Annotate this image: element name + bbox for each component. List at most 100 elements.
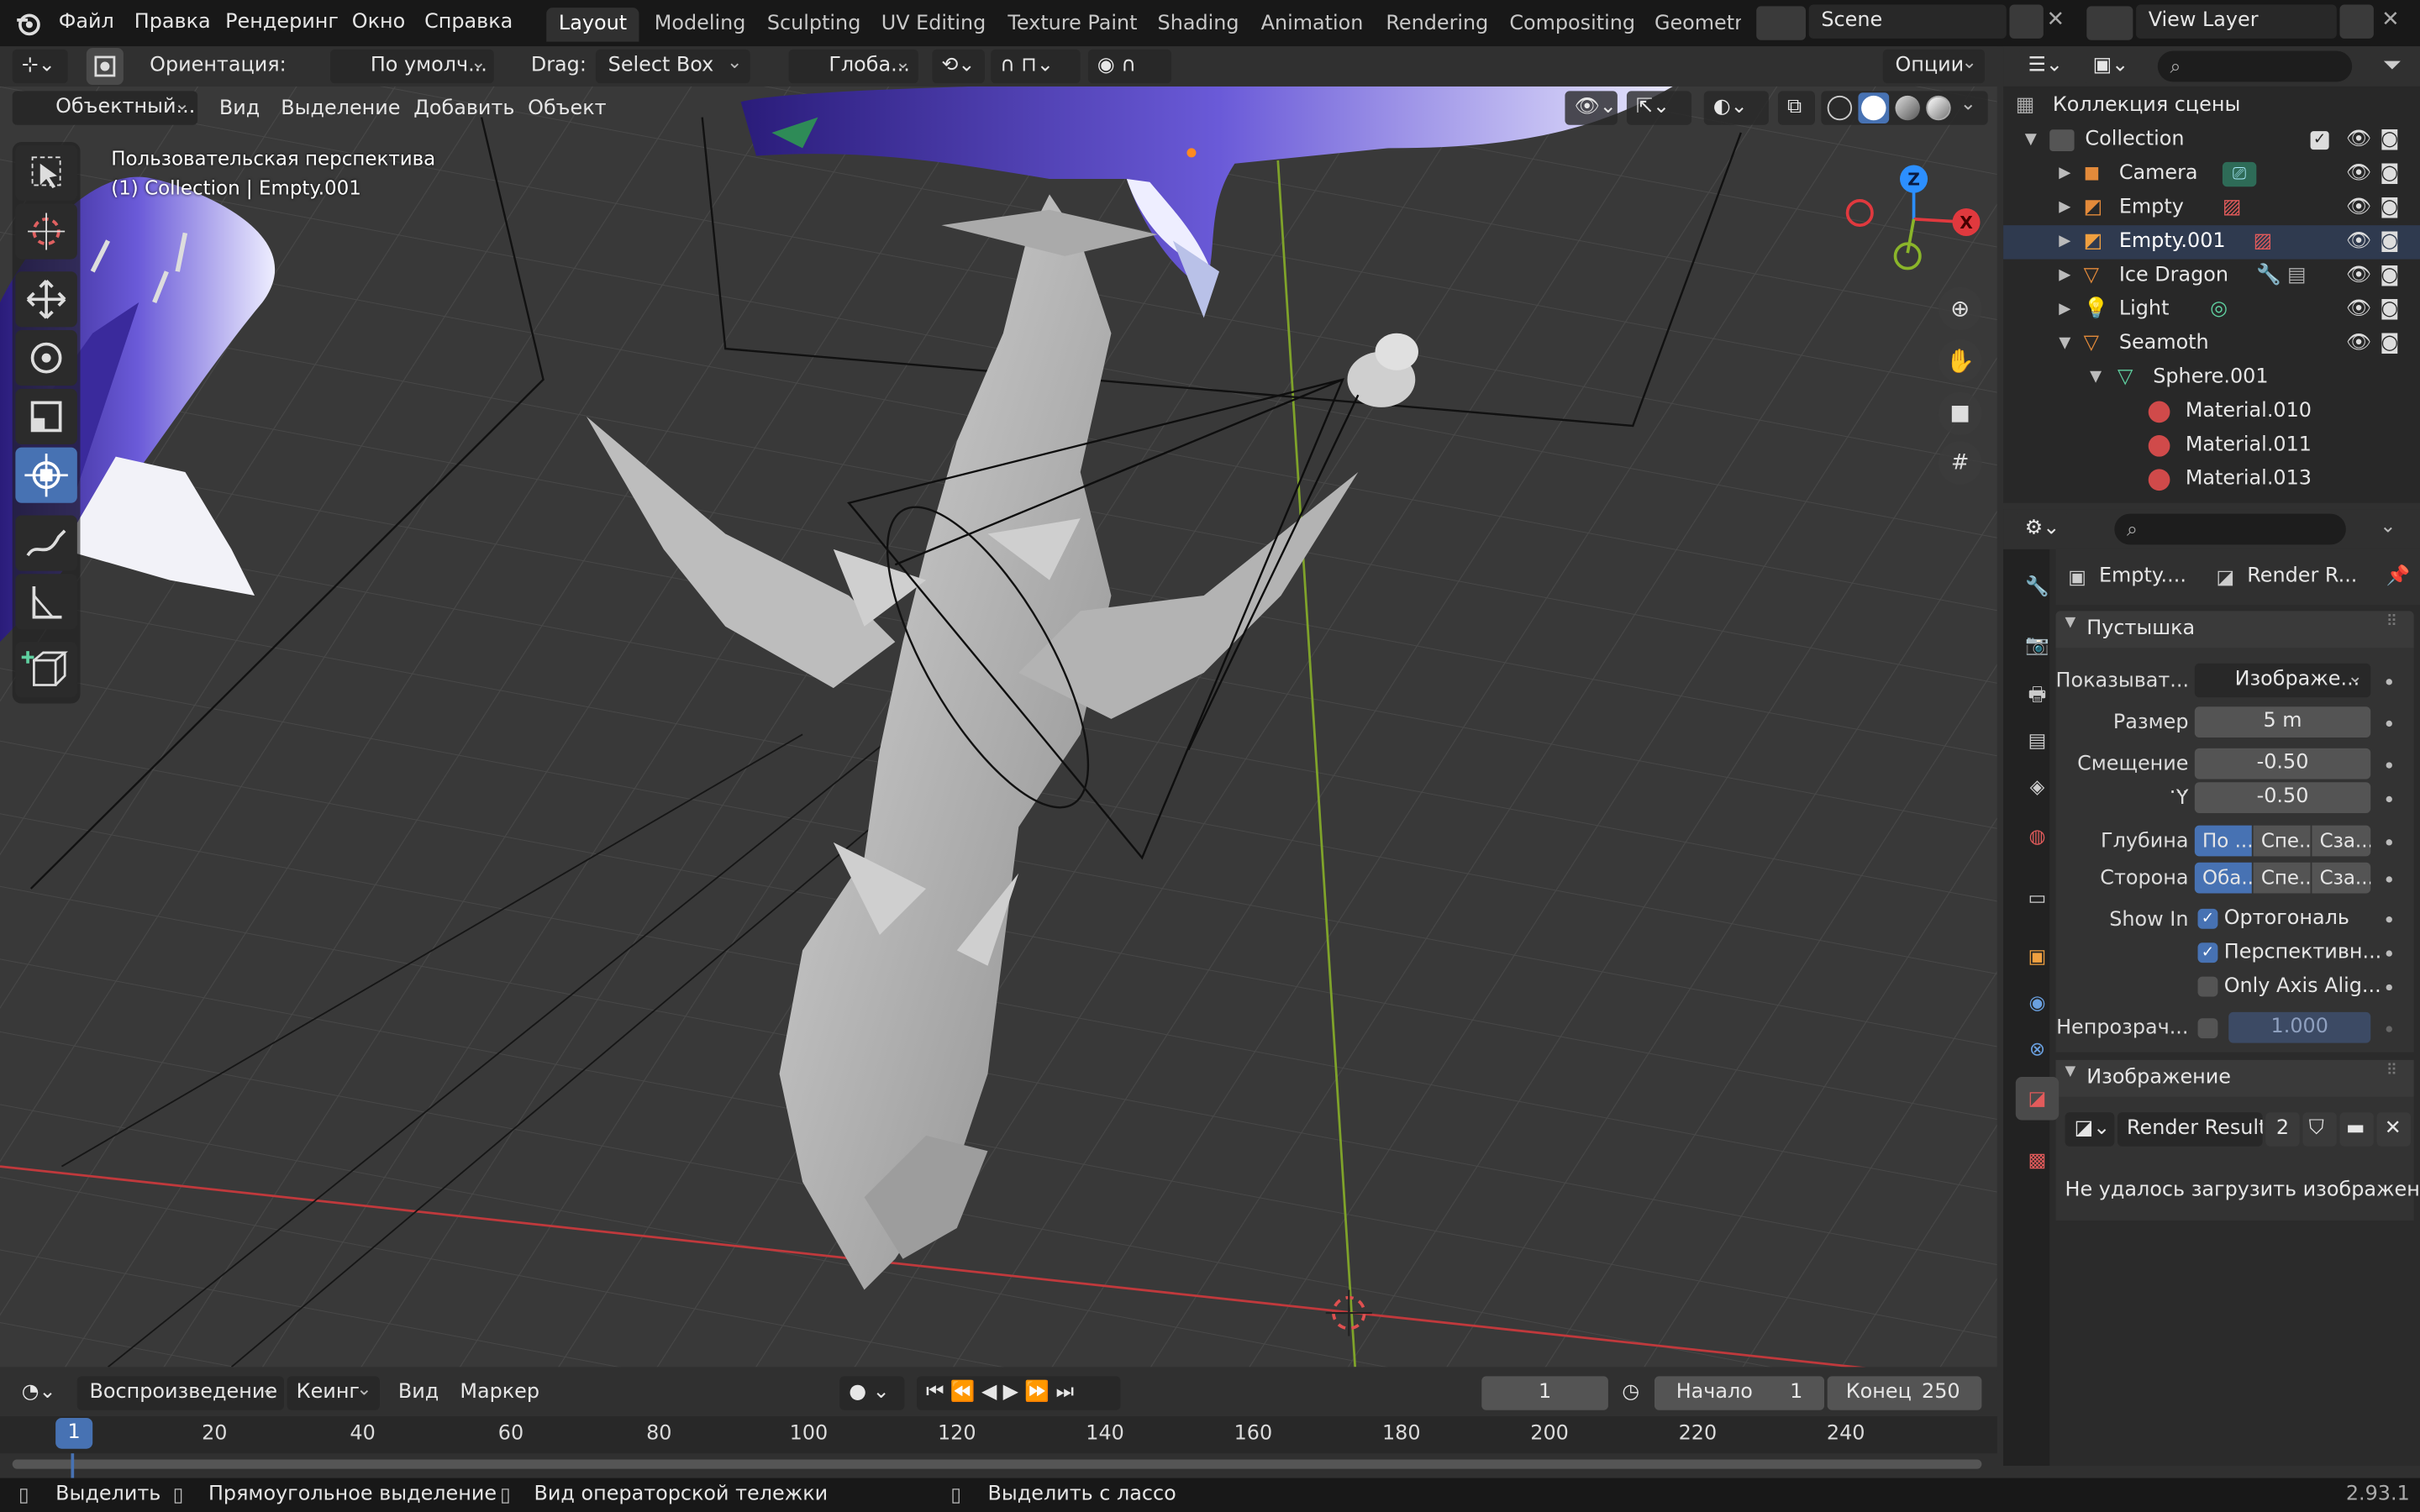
remove-scene-icon[interactable]: ✕ <box>2047 8 2065 32</box>
tab-shading[interactable]: Shading <box>1145 8 1251 41</box>
visibility-selector-icon[interactable]: 👁⌄ <box>1565 91 1618 125</box>
remove-view-layer-icon[interactable]: ✕ <box>2381 8 2400 32</box>
rotate-tool-icon[interactable] <box>15 330 77 386</box>
expand-arrow-icon[interactable]: ▶ <box>2059 293 2070 327</box>
menu-object[interactable]: Объект <box>528 97 606 121</box>
render-camera-icon[interactable]: ◙ <box>2380 123 2399 157</box>
annotate-tool-icon[interactable] <box>15 515 77 571</box>
visibility-eye-icon[interactable]: 👁 <box>2346 225 2371 259</box>
menu-add[interactable]: Добавить <box>413 97 514 121</box>
new-view-layer-icon[interactable] <box>2339 4 2374 39</box>
offset-x-field[interactable]: -0.50 <box>2194 748 2371 780</box>
playback-menu[interactable]: Воспроизведение <box>76 1376 284 1410</box>
expand-arrow-icon[interactable]: ▶ <box>2059 225 2070 259</box>
scene-properties-tab-icon[interactable]: ◈ <box>2016 765 2059 808</box>
depth-front-button[interactable]: Спе... <box>2253 825 2311 857</box>
end-frame-field[interactable]: Конец 250 <box>1827 1376 1982 1410</box>
keyframe-dot[interactable] <box>2386 762 2392 769</box>
tab-layout[interactable]: Layout <box>546 8 639 42</box>
xray-toggle-icon[interactable]: ⧉ <box>1777 91 1815 125</box>
display-mode-icon[interactable]: ▣⌄ <box>2083 49 2137 84</box>
playhead-frame-indicator[interactable]: 1 <box>55 1417 93 1449</box>
constraints-tab-icon[interactable]: ⊗ <box>2016 1027 2059 1070</box>
pin-icon[interactable]: 📌 <box>2386 563 2411 587</box>
pivot-point-button[interactable]: ⟲⌄ <box>932 49 985 84</box>
solid-shading-icon[interactable] <box>1858 92 1890 123</box>
visibility-eye-icon[interactable]: 👁 <box>2346 192 2371 225</box>
light-data-icon[interactable]: ◎ <box>2210 293 2228 327</box>
measure-tool-icon[interactable] <box>15 574 77 630</box>
texture-properties-tab-icon[interactable]: ▩ <box>2016 1139 2059 1182</box>
keyframe-dot[interactable] <box>2386 839 2392 846</box>
browse-image-icon[interactable]: ◪⌄ <box>2065 1112 2115 1147</box>
properties-editor-type-icon[interactable]: ⚙⌄ <box>2015 512 2069 547</box>
wireframe-shading-icon[interactable] <box>1827 95 1853 121</box>
outliner-row-material-011[interactable]: Material.011 <box>2003 429 2420 463</box>
view-layer-selector-icon[interactable] <box>2086 6 2133 40</box>
scene-name-field[interactable]: Scene <box>1808 4 2007 39</box>
side-back-button[interactable]: Сза... <box>2312 862 2371 894</box>
zoom-icon[interactable]: ⊕ <box>1938 286 1982 331</box>
menu-window[interactable]: Окно <box>352 8 405 39</box>
camera-view-icon[interactable]: ■ <box>1938 391 1982 435</box>
view-layer-field[interactable]: View Layer <box>2136 4 2337 39</box>
depth-default-button[interactable]: По ... <box>2194 825 2252 857</box>
keyframe-dot[interactable] <box>2386 916 2392 923</box>
ortho-toggle-grid-icon[interactable]: # <box>1938 441 1982 485</box>
render-camera-icon[interactable]: ◙ <box>2380 192 2399 225</box>
editor-type-button[interactable]: ⊹⌄ <box>12 49 68 84</box>
fake-user-shield-icon[interactable]: ⛉ <box>2302 1112 2337 1147</box>
unlink-image-icon[interactable]: ✕ <box>2376 1112 2411 1147</box>
transform-tool-icon[interactable] <box>15 447 77 503</box>
image-users-count[interactable]: 2 <box>2265 1112 2300 1147</box>
open-folder-icon[interactable]: ▬ <box>2339 1112 2374 1147</box>
render-camera-icon[interactable]: ◙ <box>2380 327 2399 360</box>
output-properties-tab-icon[interactable]: 🖶 <box>2016 673 2059 716</box>
menu-select[interactable]: Выделение <box>281 97 400 121</box>
offset-y-field[interactable]: -0.50 <box>2194 782 2371 813</box>
scale-tool-icon[interactable] <box>15 388 77 444</box>
object-properties-tab-icon[interactable]: ▣ <box>2016 935 2059 978</box>
drag-handle-icon[interactable]: ⠿ <box>2386 614 2397 631</box>
jump-keyframe-back-icon[interactable]: ⏪ <box>950 1381 981 1404</box>
menu-render[interactable]: Рендеринг <box>225 8 339 39</box>
orientation-dropdown[interactable]: По умолч... <box>330 49 494 84</box>
expand-arrow-icon[interactable]: ▶ <box>2059 260 2070 293</box>
camera-data-icon[interactable]: ⎚ <box>2222 161 2257 187</box>
keyframe-dot[interactable] <box>2386 876 2392 883</box>
menu-file[interactable]: Файл <box>59 8 114 39</box>
outliner-row-sphere-001[interactable]: ▼ ▽ Sphere.001 <box>2003 361 2420 395</box>
outliner-row-light[interactable]: ▶ 💡 Light ◎ 👁 ◙ <box>2003 293 2420 327</box>
outliner-row-empty[interactable]: ▶ ◩ Empty ▨ 👁 ◙ <box>2003 192 2420 225</box>
select-box-tool-icon[interactable] <box>15 144 77 201</box>
mesh-data-icon[interactable]: ▤ <box>2287 260 2307 293</box>
timeline-editor-type-icon[interactable]: ◔⌄ <box>12 1376 66 1410</box>
filter-icon[interactable]: ⏷ <box>2383 51 2402 79</box>
tab-sculpting[interactable]: Sculpting <box>755 8 873 41</box>
menu-edit[interactable]: Правка <box>134 8 211 39</box>
outliner-row-material-013[interactable]: Material.013 <box>2003 463 2420 496</box>
view-layer-tab-icon[interactable]: ▤ <box>2016 719 2059 762</box>
image-panel-header[interactable]: ▼ Изображение ⠿ <box>2055 1059 2414 1097</box>
start-frame-field[interactable]: Начало 1 <box>1654 1376 1825 1410</box>
timeline-scrollbar[interactable] <box>12 1459 1982 1469</box>
tab-animation[interactable]: Animation <box>1249 8 1376 41</box>
properties-search-input[interactable]: ⌕ <box>2114 513 2346 545</box>
tab-rendering[interactable]: Rendering <box>1374 8 1501 41</box>
keyframe-dot[interactable] <box>2386 795 2392 803</box>
depth-back-button[interactable]: Сза... <box>2312 825 2371 857</box>
outliner-row-collection[interactable]: ▼ Collection ✓ 👁 ◙ <box>2003 123 2420 157</box>
keyframe-dot[interactable] <box>2386 679 2392 685</box>
side-front-button[interactable]: Спе... <box>2253 862 2311 894</box>
render-camera-icon[interactable]: ◙ <box>2380 225 2399 259</box>
keyframe-dot[interactable] <box>2386 1026 2392 1032</box>
transform-orientation-dropdown[interactable]: Глоба... <box>788 49 918 84</box>
marker-menu[interactable]: Маркер <box>460 1381 539 1404</box>
outliner-row-empty-001[interactable]: ▶ ◩ Empty.001 ▨ 👁 ◙ <box>2003 225 2420 260</box>
drag-dropdown[interactable]: Select Box <box>595 49 750 84</box>
expand-arrow-icon[interactable]: ▼ <box>2025 123 2037 157</box>
keyframe-dot[interactable] <box>2386 950 2392 957</box>
current-frame-field[interactable]: 1 <box>1481 1376 1608 1410</box>
outliner-search-input[interactable]: ⌕ <box>2157 50 2353 82</box>
tool-properties-tab-icon[interactable]: 🔧 <box>2016 564 2059 607</box>
